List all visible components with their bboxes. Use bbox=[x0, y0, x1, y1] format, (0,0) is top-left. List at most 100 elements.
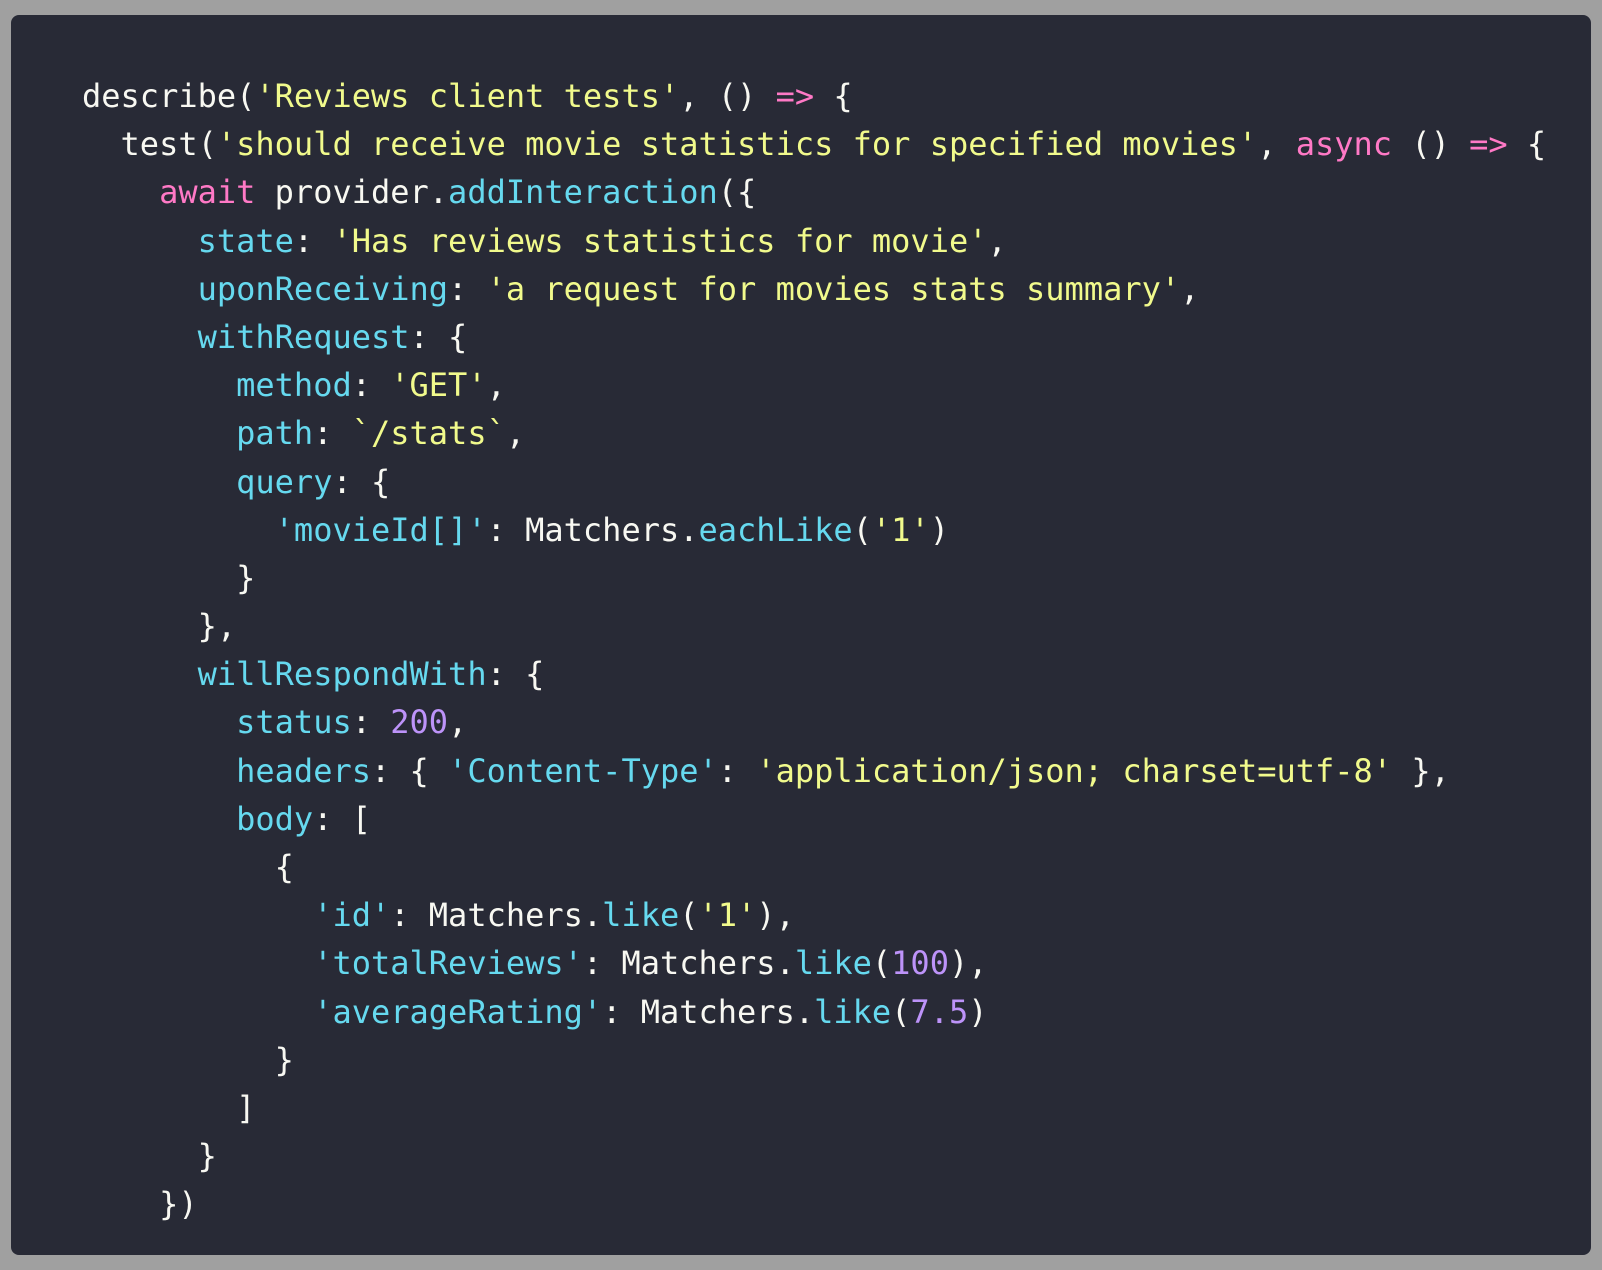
code-token: 'id' bbox=[82, 896, 391, 935]
code-token: ] bbox=[82, 1088, 256, 1127]
code-token: { bbox=[82, 848, 294, 886]
code-token: willRespondWith bbox=[82, 655, 487, 694]
code-line: test('should receive movie statistics fo… bbox=[82, 120, 1547, 168]
code-token: : bbox=[717, 751, 757, 790]
code-token: async bbox=[1295, 125, 1393, 164]
code-token: body bbox=[82, 799, 314, 838]
code-token: like bbox=[814, 992, 892, 1031]
code-line: await provider.addInteraction({ bbox=[82, 168, 1546, 216]
code-line: body: [ bbox=[82, 795, 1546, 843]
code-line: state: 'Has reviews statistics for movie… bbox=[82, 217, 1546, 265]
code-token: 'Content-Type' bbox=[448, 751, 718, 790]
code-token: } bbox=[82, 558, 256, 597]
code-token: : bbox=[351, 366, 391, 405]
code-token: : [ bbox=[313, 799, 371, 838]
code-token: 'GET' bbox=[390, 366, 487, 405]
code-token: }, bbox=[82, 607, 237, 646]
code-token: : bbox=[313, 414, 352, 453]
code-line: headers: { 'Content-Type': 'application/… bbox=[82, 747, 1546, 795]
code-token: , () bbox=[679, 77, 776, 115]
code-line: }) bbox=[82, 1180, 1546, 1228]
code-line: 'averageRating': Matchers.like(7.5) bbox=[82, 988, 1546, 1036]
code-token: } bbox=[82, 1137, 217, 1176]
code-token: ), bbox=[948, 944, 988, 983]
code-token: () bbox=[1392, 125, 1470, 164]
code-token: 'application/json; charset=utf-8' bbox=[756, 751, 1393, 790]
code-token: }, bbox=[1392, 751, 1450, 790]
code-token: : Matchers. bbox=[486, 510, 699, 549]
code-token: , bbox=[1180, 269, 1200, 308]
code-token: , bbox=[987, 221, 1007, 260]
code-line: { bbox=[82, 843, 1546, 891]
code-token: 'movieId[]' bbox=[82, 510, 487, 549]
code-window: describe('Reviews client tests', () => {… bbox=[11, 15, 1591, 1255]
code-line: query: { bbox=[82, 458, 1546, 506]
code-line: 'totalReviews': Matchers.like(100), bbox=[82, 939, 1546, 987]
code-line: describe('Reviews client tests', () => { bbox=[82, 72, 1546, 120]
code-line: } bbox=[82, 1036, 1546, 1084]
code-token: ( bbox=[852, 510, 872, 549]
code-token: { bbox=[1507, 125, 1547, 164]
code-token: query bbox=[82, 462, 333, 501]
code-token: addInteraction bbox=[448, 173, 718, 212]
code-token: : bbox=[448, 269, 487, 308]
code-token: , bbox=[1257, 125, 1296, 164]
code-line: 'movieId[]': Matchers.eachLike('1') bbox=[82, 506, 1546, 554]
code-token: }) bbox=[82, 1185, 198, 1224]
code-token: , bbox=[505, 414, 526, 453]
code-token: ) bbox=[968, 992, 988, 1031]
code-token: : bbox=[293, 221, 333, 260]
code-token: 7.5 bbox=[910, 992, 969, 1031]
code-line: method: 'GET', bbox=[82, 361, 1546, 409]
code-line: ] bbox=[82, 1084, 1546, 1132]
code-line: withRequest: { bbox=[82, 313, 1546, 361]
code-token: withRequest bbox=[82, 317, 410, 356]
code-token: 'should receive movie statistics for spe… bbox=[216, 125, 1258, 164]
code-token: : Matchers. bbox=[390, 896, 603, 935]
code-token: : Matchers. bbox=[582, 944, 795, 983]
code-token: 'Reviews client tests' bbox=[255, 77, 680, 115]
code-token: '1' bbox=[698, 896, 757, 935]
code-token: => bbox=[775, 77, 815, 115]
code-token: , bbox=[486, 366, 506, 405]
code-line: status: 200, bbox=[82, 698, 1546, 746]
code-token: ( bbox=[679, 896, 699, 935]
code-token: 200 bbox=[390, 703, 449, 742]
code-token: provider. bbox=[255, 173, 449, 212]
code-token: headers bbox=[82, 751, 371, 790]
code-token: describe( bbox=[82, 77, 256, 115]
code-token: { bbox=[814, 77, 853, 115]
code-token: eachLike bbox=[698, 510, 853, 549]
code-token: status bbox=[82, 703, 352, 742]
code-line: path: `/stats`, bbox=[82, 409, 1546, 457]
code-line: } bbox=[82, 1132, 1546, 1180]
code-token: ( bbox=[871, 944, 892, 983]
code-line: 'id': Matchers.like('1'), bbox=[82, 891, 1546, 939]
code-token: : { bbox=[409, 317, 468, 356]
code-token: uponReceiving bbox=[82, 269, 449, 308]
code-token: 'Has reviews statistics for movie' bbox=[332, 221, 988, 260]
code-token: like bbox=[794, 944, 872, 983]
code-token: : bbox=[351, 703, 391, 742]
code-block: describe('Reviews client tests', () => {… bbox=[82, 72, 1546, 1229]
code-token: ), bbox=[756, 896, 795, 935]
code-token: test( bbox=[82, 125, 217, 164]
code-token: : { bbox=[370, 751, 449, 790]
code-line: }, bbox=[82, 602, 1546, 650]
code-token: : Matchers. bbox=[602, 992, 815, 1031]
code-line: } bbox=[82, 554, 1546, 602]
code-token: 100 bbox=[891, 944, 949, 983]
code-token: like bbox=[602, 896, 680, 935]
code-token: , bbox=[448, 703, 468, 742]
code-token: : { bbox=[486, 655, 545, 694]
code-token: `/stats` bbox=[351, 414, 506, 453]
code-token: state bbox=[82, 221, 294, 260]
code-token: 'averageRating' bbox=[82, 992, 603, 1031]
code-token: '1' bbox=[871, 510, 930, 549]
code-token: : { bbox=[332, 462, 391, 501]
code-token: 'totalReviews' bbox=[82, 944, 583, 983]
code-line: willRespondWith: { bbox=[82, 650, 1546, 698]
code-token: ) bbox=[929, 510, 949, 549]
code-token: await bbox=[82, 173, 256, 212]
code-token: 'a request for movies stats summary' bbox=[486, 269, 1181, 308]
